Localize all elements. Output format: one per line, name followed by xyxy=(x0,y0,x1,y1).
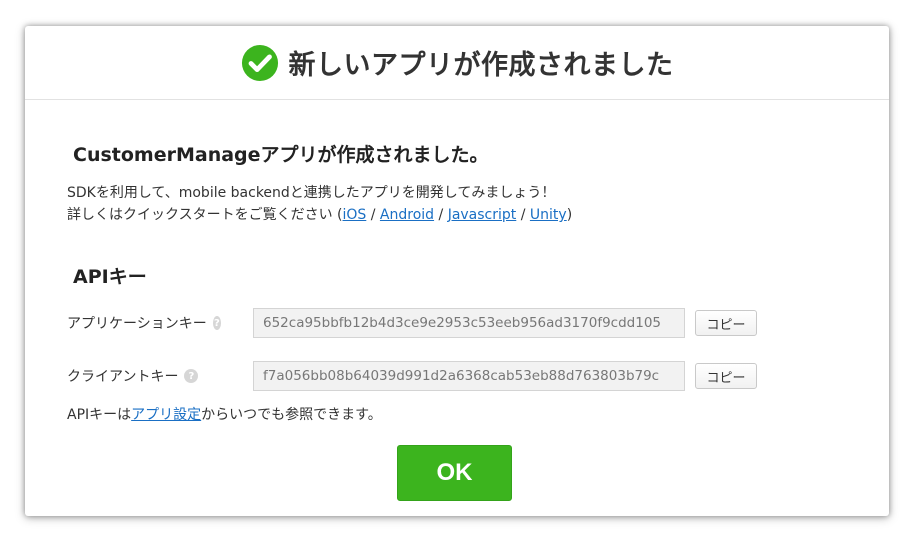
client-key-field[interactable] xyxy=(253,361,685,391)
link-ios[interactable]: iOS xyxy=(343,207,367,223)
description-suffix: ) xyxy=(566,207,573,223)
check-circle-icon xyxy=(241,44,278,81)
dialog-title: 新しいアプリが作成されました xyxy=(288,50,674,81)
app-created-dialog: 新しいアプリが作成されました CustomerManageアプリが作成されました… xyxy=(25,26,889,516)
description-line-1: SDKを利用して、mobile backendと連携したアプリを開発してみましょ… xyxy=(67,185,556,201)
description-line-2: 詳しくはクイックスタートをご覧ください (iOS / Android / Jav… xyxy=(67,204,572,226)
application-key-field[interactable] xyxy=(253,308,685,338)
api-key-heading: APIキー xyxy=(73,266,147,288)
note-prefix: APIキーは xyxy=(67,407,132,423)
application-key-label: アプリケーションキー xyxy=(67,316,207,332)
link-separator: / xyxy=(434,207,448,223)
client-key-label: クライアントキー xyxy=(67,369,179,385)
ok-button[interactable]: OK xyxy=(397,445,512,501)
link-separator: / xyxy=(516,207,530,223)
copy-client-key-button[interactable]: コピー xyxy=(695,363,757,389)
application-key-row: アプリケーションキー ? コピー xyxy=(67,307,827,339)
link-unity[interactable]: Unity xyxy=(530,207,567,223)
app-created-heading: CustomerManageアプリが作成されました。 xyxy=(73,144,489,166)
note-suffix: からいつでも参照できます。 xyxy=(201,407,382,423)
help-icon[interactable]: ? xyxy=(184,369,199,383)
application-key-label-group: アプリケーションキー ? xyxy=(67,313,221,333)
link-javascript[interactable]: Javascript xyxy=(448,207,517,223)
link-android[interactable]: Android xyxy=(380,207,434,223)
link-separator: / xyxy=(366,207,380,223)
dialog-header: 新しいアプリが作成されました xyxy=(25,26,889,100)
client-key-row: クライアントキー ? コピー xyxy=(67,360,827,392)
description: SDKを利用して、mobile backendと連携したアプリを開発してみましょ… xyxy=(67,182,572,226)
client-key-label-group: クライアントキー ? xyxy=(67,366,221,386)
app-settings-link[interactable]: アプリ設定 xyxy=(131,407,201,423)
copy-application-key-button[interactable]: コピー xyxy=(695,310,757,336)
help-icon[interactable]: ? xyxy=(212,316,221,330)
description-prefix: 詳しくはクイックスタートをご覧ください ( xyxy=(67,207,343,223)
api-key-note: APIキーはアプリ設定からいつでも参照できます。 xyxy=(67,404,382,424)
